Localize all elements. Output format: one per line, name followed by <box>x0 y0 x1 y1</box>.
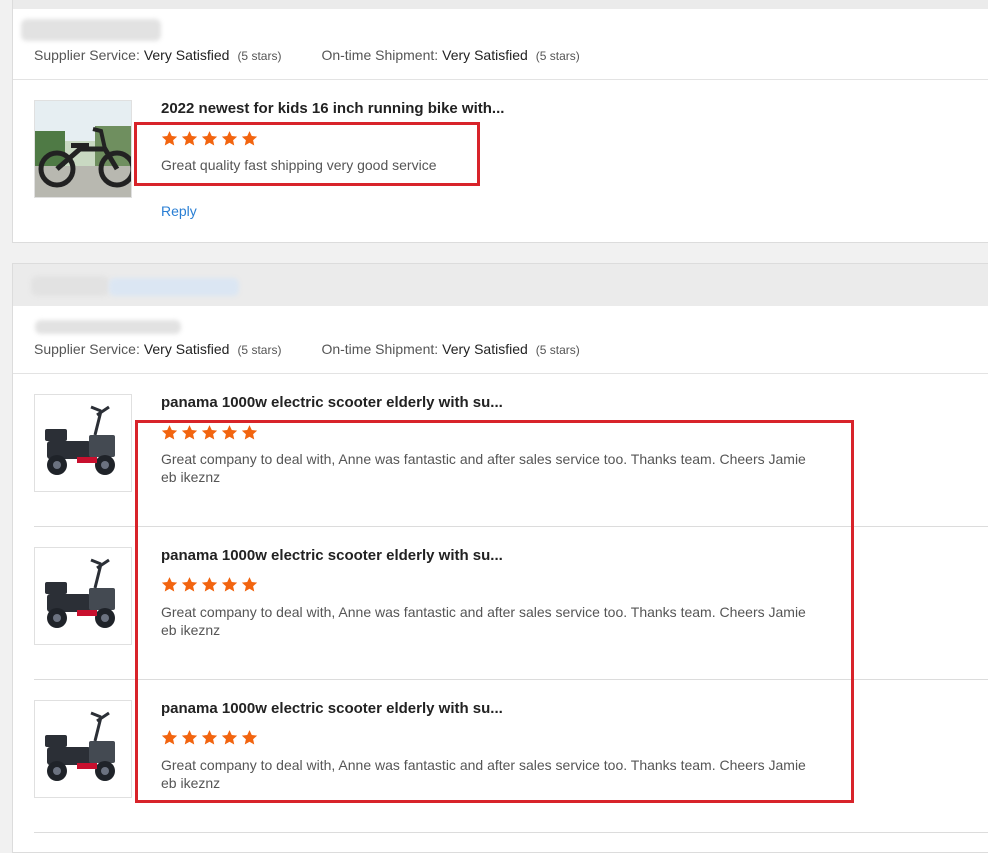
blurred-buyer-location <box>109 278 239 296</box>
product-title-link[interactable]: panama 1000w electric scooter elderly wi… <box>161 394 503 411</box>
star-icon <box>241 425 258 440</box>
star-icon <box>161 131 178 146</box>
supplier-service-value: Very Satisfied <box>143 341 230 357</box>
review-card-2: Supplier Service: Very Satisfied (5 stars)… <box>12 263 988 853</box>
star-icon <box>241 131 258 146</box>
electric-scooter-image <box>35 395 131 491</box>
star-icon <box>161 425 178 440</box>
star-icon <box>201 425 218 440</box>
star-icon <box>181 730 198 745</box>
product-thumbnail[interactable] <box>34 547 132 645</box>
star-icon <box>221 425 238 440</box>
review-stars <box>161 424 258 441</box>
star-icon <box>221 131 238 146</box>
blurred-buyer-name <box>21 19 161 41</box>
rating-summary: Supplier Service: Very Satisfied (5 stars)… <box>34 47 580 63</box>
section-divider <box>13 373 988 374</box>
star-icon <box>201 131 218 146</box>
product-thumbnail[interactable] <box>34 100 132 198</box>
review-stars <box>161 130 258 147</box>
review-stars <box>161 729 258 746</box>
star-icon <box>221 730 238 745</box>
review-text: Great company to deal with, Anne was fan… <box>161 604 806 638</box>
star-icon <box>181 131 198 146</box>
product-title-link[interactable]: panama 1000w electric scooter elderly wi… <box>161 700 503 717</box>
rating-summary: Supplier Service: Very Satisfied (5 stars)… <box>34 341 580 357</box>
shipment-value: Very Satisfied <box>442 341 528 357</box>
item-divider <box>34 526 988 527</box>
kids-balance-bike-image <box>35 101 131 197</box>
star-icon <box>181 425 198 440</box>
star-icon <box>181 577 198 592</box>
star-icon <box>241 577 258 592</box>
reply-link[interactable]: Reply <box>161 203 197 219</box>
star-icon <box>201 577 218 592</box>
review-text: Great company to deal with, Anne was fan… <box>161 757 806 791</box>
star-icon <box>241 730 258 745</box>
card-header-strip <box>13 0 988 9</box>
product-title-link[interactable]: panama 1000w electric scooter elderly wi… <box>161 547 503 564</box>
section-divider <box>13 79 988 80</box>
blurred-buyer-name <box>31 276 109 296</box>
shipment-value: Very Satisfied <box>442 47 528 63</box>
supplier-service-value: Very Satisfied <box>143 47 230 63</box>
electric-scooter-image <box>35 701 131 797</box>
review-text: Great quality fast shipping very good se… <box>161 157 437 173</box>
product-thumbnail[interactable] <box>34 700 132 798</box>
star-icon <box>161 730 178 745</box>
product-title-link[interactable]: 2022 newest for kids 16 inch running bik… <box>161 100 504 117</box>
review-card-1: Supplier Service: Very Satisfied (5 stars)… <box>12 0 988 243</box>
review-text: Great company to deal with, Anne was fan… <box>161 451 806 485</box>
star-icon <box>201 730 218 745</box>
product-thumbnail[interactable] <box>34 394 132 492</box>
electric-scooter-image <box>35 548 131 644</box>
blurred-date <box>35 320 181 334</box>
star-icon <box>221 577 238 592</box>
review-stars <box>161 576 258 593</box>
star-icon <box>161 577 178 592</box>
item-divider <box>34 679 988 680</box>
